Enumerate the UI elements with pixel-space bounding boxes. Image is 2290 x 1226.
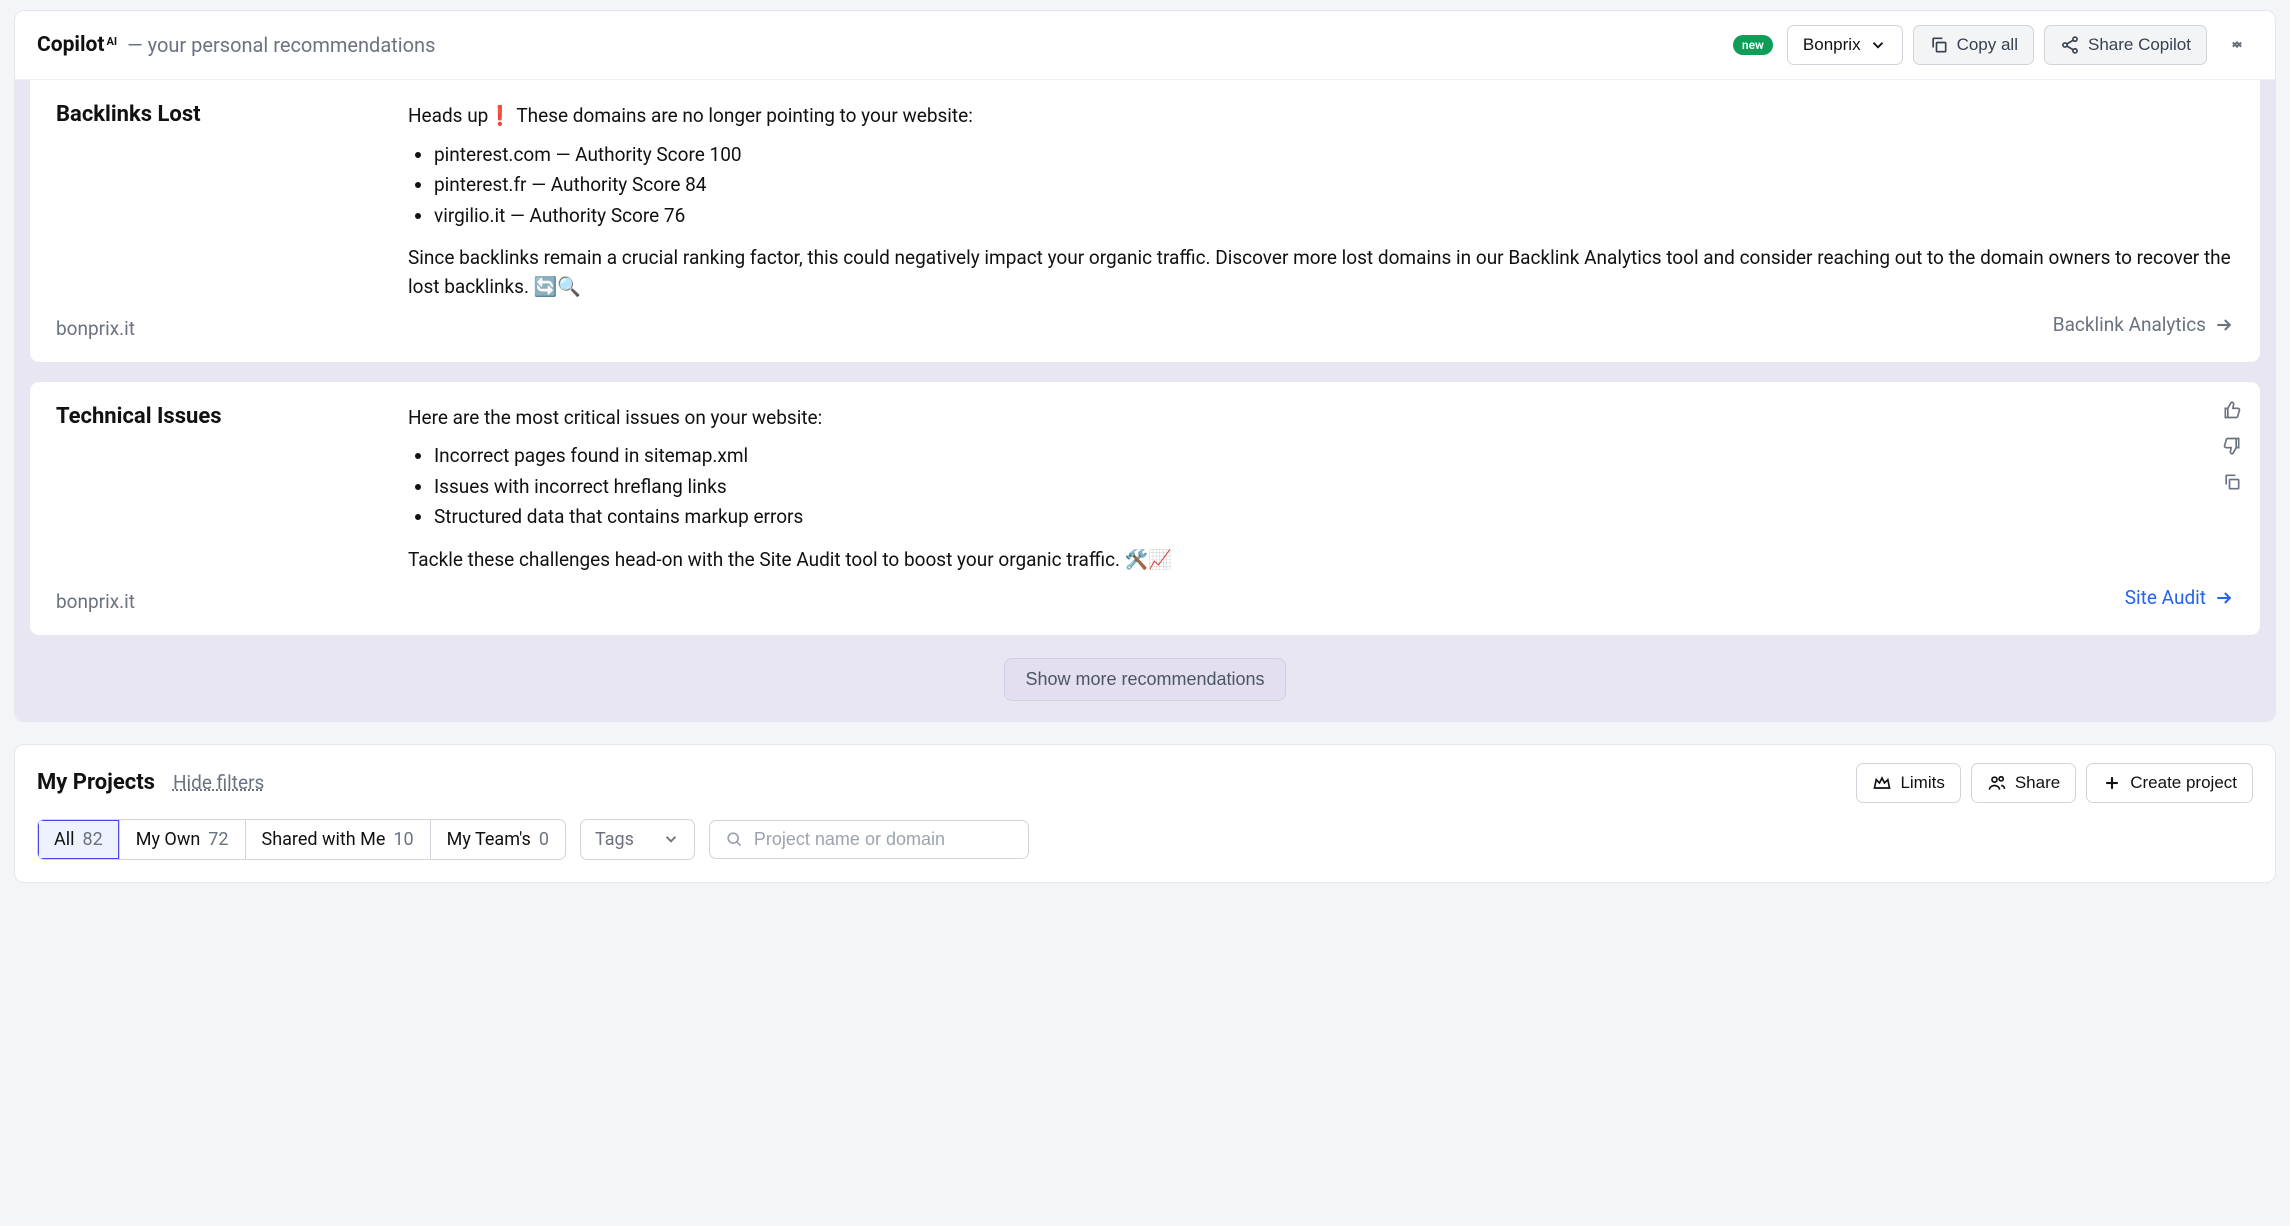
collapse-button[interactable]	[2221, 29, 2253, 61]
projects-panel: My Projects Hide filters Limits Share Cr…	[14, 744, 2276, 883]
card-actions	[2222, 400, 2242, 492]
card-item-list: pinterest.com — Authority Score 100 pint…	[408, 141, 2234, 231]
card-title: Technical Issues	[56, 404, 408, 429]
list-item: pinterest.fr — Authority Score 84	[434, 171, 2234, 200]
projects-filter-row: All82 My Own72 Shared with Me10 My Team'…	[37, 819, 2253, 860]
card-domain: bonprix.it	[56, 317, 408, 340]
card-domain: bonprix.it	[56, 590, 408, 613]
list-item: Issues with incorrect hreflang links	[434, 473, 2234, 502]
people-icon	[1987, 773, 2007, 793]
tab-all[interactable]: All82	[38, 820, 120, 859]
new-badge: new	[1733, 35, 1773, 55]
projects-share-button[interactable]: Share	[1971, 763, 2076, 803]
copy-card-button[interactable]	[2222, 472, 2242, 492]
copilot-header: CopilotAI — your personal recommendation…	[15, 11, 2275, 80]
hide-filters-link[interactable]: Hide filters	[173, 771, 264, 794]
search-icon	[724, 829, 744, 849]
share-copilot-button[interactable]: Share Copilot	[2044, 25, 2207, 65]
card-title: Backlinks Lost	[56, 102, 408, 127]
copilot-body: Backlinks Lost bonprix.it Heads up❗ Thes…	[15, 80, 2275, 721]
card-intro: Heads up❗ These domains are no longer po…	[408, 102, 2234, 131]
thumbs-up-icon	[2222, 400, 2242, 420]
backlink-analytics-link[interactable]: Backlink Analytics	[2053, 311, 2234, 340]
project-search[interactable]	[709, 820, 1029, 859]
card-outro: Since backlinks remain a crucial ranking…	[408, 244, 2234, 301]
list-item: pinterest.com — Authority Score 100	[434, 141, 2234, 170]
list-item: Structured data that contains markup err…	[434, 503, 2234, 532]
plus-icon	[2102, 773, 2122, 793]
site-audit-link[interactable]: Site Audit	[2125, 584, 2234, 613]
list-item: virgilio.it — Authority Score 76	[434, 202, 2234, 231]
limits-button[interactable]: Limits	[1856, 763, 1960, 803]
thumbs-up-button[interactable]	[2222, 400, 2242, 420]
crown-icon	[1872, 773, 1892, 793]
tab-my-teams[interactable]: My Team's0	[431, 820, 565, 859]
recommendation-card-technical: Technical Issues bonprix.it Here are the…	[29, 381, 2261, 636]
copilot-title: CopilotAI	[37, 33, 117, 57]
card-item-list: Incorrect pages found in sitemap.xml Iss…	[408, 442, 2234, 532]
arrow-right-icon	[2214, 588, 2234, 608]
copy-all-button[interactable]: Copy all	[1913, 25, 2034, 65]
card-intro: Here are the most critical issues on you…	[408, 404, 2234, 433]
collapse-icon	[2227, 35, 2247, 55]
show-more-button[interactable]: Show more recommendations	[1004, 658, 1285, 701]
thumbs-down-button[interactable]	[2222, 436, 2242, 456]
list-item: Incorrect pages found in sitemap.xml	[434, 442, 2234, 471]
project-search-input[interactable]	[754, 829, 1014, 850]
copy-icon	[1929, 35, 1949, 55]
chevron-down-icon	[1869, 36, 1887, 54]
projects-header: My Projects Hide filters Limits Share Cr…	[37, 763, 2253, 803]
copy-icon	[2222, 472, 2242, 492]
tab-my-own[interactable]: My Own72	[120, 820, 246, 859]
projects-title: My Projects	[37, 770, 155, 795]
thumbs-down-icon	[2222, 436, 2242, 456]
chevron-down-icon	[662, 830, 680, 848]
recommendation-card-backlinks: Backlinks Lost bonprix.it Heads up❗ Thes…	[29, 80, 2261, 363]
arrow-right-icon	[2214, 315, 2234, 335]
copilot-panel: CopilotAI — your personal recommendation…	[14, 10, 2276, 722]
share-icon	[2060, 35, 2080, 55]
copilot-subtitle: — your personal recommendations	[127, 33, 435, 57]
create-project-button[interactable]: Create project	[2086, 763, 2253, 803]
project-selector[interactable]: Bonprix	[1787, 25, 1903, 65]
card-outro: Tackle these challenges head-on with the…	[408, 546, 2234, 575]
tags-select[interactable]: Tags	[580, 819, 695, 860]
tab-shared-with-me[interactable]: Shared with Me10	[246, 820, 431, 859]
filter-tabs: All82 My Own72 Shared with Me10 My Team'…	[37, 819, 566, 860]
